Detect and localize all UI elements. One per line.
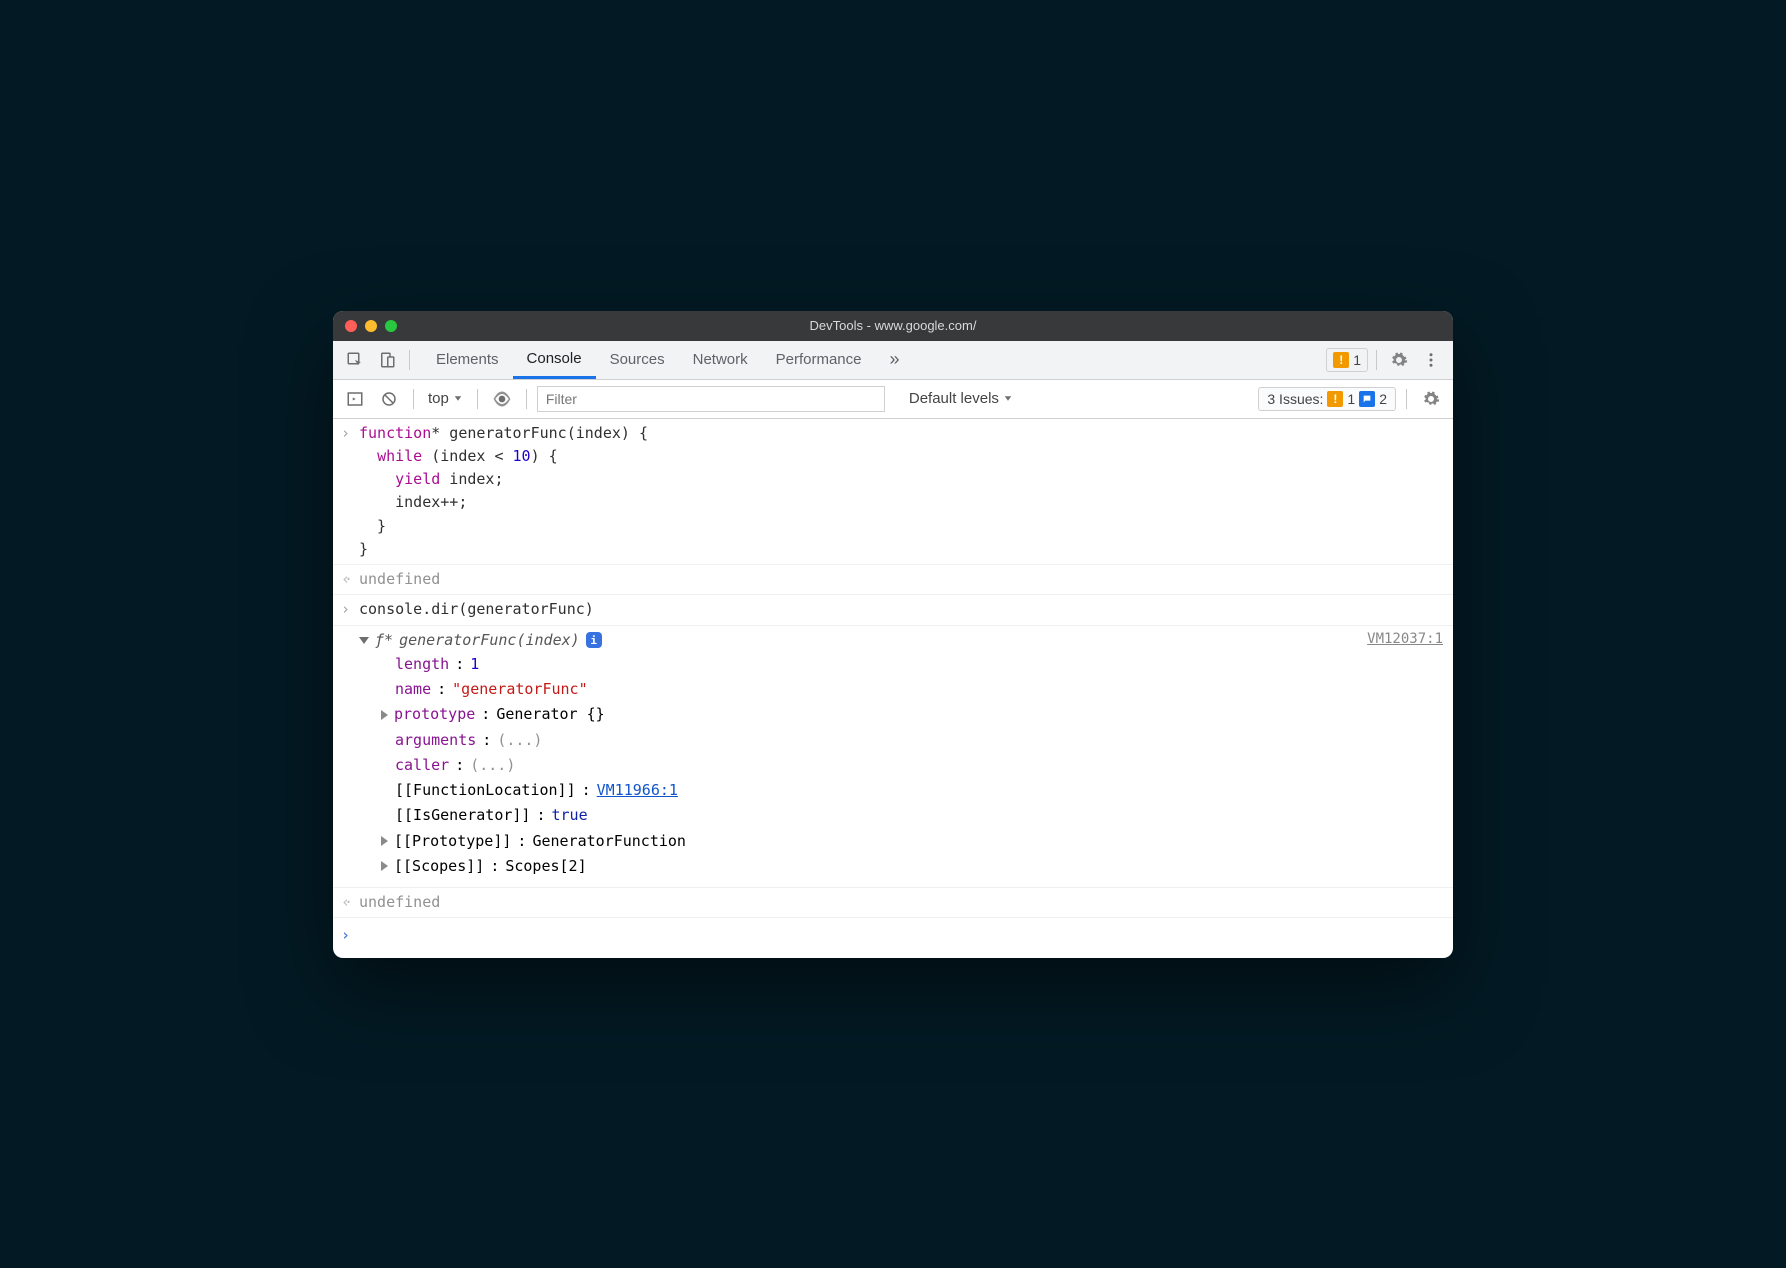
- devtools-window: DevTools - www.google.com/ Elements Cons…: [333, 311, 1453, 958]
- issues-msg-count: 2: [1379, 391, 1387, 407]
- filter-input[interactable]: [537, 386, 885, 412]
- prop-value: true: [552, 804, 588, 827]
- property-row[interactable]: prototype: Generator {}: [395, 702, 1443, 727]
- prop-value: (...): [497, 729, 542, 752]
- console-prompt-row[interactable]: [333, 918, 1453, 957]
- console-toolbar: top Default levels 3 Issues: ! 1 2: [333, 380, 1453, 419]
- issues-chip[interactable]: 3 Issues: ! 1 2: [1258, 387, 1396, 411]
- clear-console-icon[interactable]: [375, 385, 403, 413]
- log-levels-selector[interactable]: Default levels: [905, 390, 1017, 407]
- warnings-chip[interactable]: ! 1: [1326, 348, 1368, 372]
- prop-value: Scopes[2]: [505, 855, 586, 878]
- prop-key: prototype: [394, 703, 475, 726]
- info-icon[interactable]: i: [586, 632, 602, 648]
- prop-key: length: [395, 653, 449, 676]
- log-levels-label: Default levels: [909, 390, 999, 407]
- input-marker-icon: [341, 422, 359, 562]
- gear-icon[interactable]: [1385, 346, 1413, 374]
- property-row[interactable]: [[Prototype]]: GeneratorFunction: [395, 829, 1443, 854]
- prop-value: Generator {}: [496, 703, 604, 726]
- issues-warn-count: 1: [1347, 391, 1355, 407]
- titlebar: DevTools - www.google.com/: [333, 311, 1453, 341]
- prop-key: [[Scopes]]: [394, 855, 484, 878]
- divider: [477, 389, 478, 409]
- warning-count: 1: [1353, 352, 1361, 368]
- warning-icon: !: [1333, 352, 1349, 368]
- prompt-input[interactable]: [359, 924, 1443, 947]
- fn-prefix: ƒ*: [375, 629, 393, 652]
- output-marker-icon: [341, 568, 359, 591]
- context-selector[interactable]: top: [424, 390, 467, 407]
- expand-toggle-icon[interactable]: [381, 861, 388, 871]
- prop-value: (...): [470, 754, 515, 777]
- source-link[interactable]: VM11966:1: [597, 779, 678, 802]
- chevron-down-icon: [455, 396, 462, 401]
- code-block: function* generatorFunc(index) { while (…: [359, 422, 1443, 562]
- return-value: undefined: [359, 568, 1443, 591]
- tab-performance[interactable]: Performance: [762, 341, 876, 379]
- return-value: undefined: [359, 891, 1443, 914]
- tab-list: Elements Console Sources Network Perform…: [422, 341, 914, 379]
- context-label: top: [428, 390, 449, 407]
- issues-label: 3 Issues:: [1267, 391, 1323, 407]
- tab-network[interactable]: Network: [679, 341, 762, 379]
- expand-toggle-icon[interactable]: [359, 637, 369, 644]
- object-properties: length: 1 name: "generatorFunc" prototyp…: [359, 652, 1443, 879]
- prop-key: caller: [395, 754, 449, 777]
- prop-value: GeneratorFunction: [532, 830, 686, 853]
- prompt-marker-icon: [341, 924, 359, 947]
- console-settings-gear-icon[interactable]: [1417, 385, 1445, 413]
- property-row[interactable]: caller: (...): [395, 753, 1443, 778]
- chevron-down-icon: [1005, 396, 1012, 401]
- tab-console[interactable]: Console: [513, 341, 596, 379]
- property-row[interactable]: [[Scopes]]: Scopes[2]: [395, 854, 1443, 879]
- divider: [413, 389, 414, 409]
- property-row[interactable]: length: 1: [395, 652, 1443, 677]
- fn-signature: generatorFunc(index): [399, 629, 580, 652]
- prop-key: [[IsGenerator]]: [395, 804, 530, 827]
- prop-key: [[FunctionLocation]]: [395, 779, 576, 802]
- expand-toggle-icon[interactable]: [381, 710, 388, 720]
- gutter-spacer: [341, 629, 359, 880]
- divider: [1376, 350, 1377, 370]
- tabs-overflow-button[interactable]: »: [876, 341, 914, 379]
- code-line: console.dir(generatorFunc): [359, 598, 1443, 621]
- live-expression-icon[interactable]: [488, 385, 516, 413]
- message-icon: [1359, 391, 1375, 407]
- divider: [409, 350, 410, 370]
- console-input-row[interactable]: console.dir(generatorFunc): [333, 595, 1453, 625]
- divider: [1406, 389, 1407, 409]
- console-output-row: undefined: [333, 565, 1453, 595]
- console-output: function* generatorFunc(index) { while (…: [333, 419, 1453, 958]
- device-toolbar-icon[interactable]: [373, 346, 401, 374]
- tab-sources[interactable]: Sources: [596, 341, 679, 379]
- source-link[interactable]: VM12037:1: [1367, 629, 1443, 651]
- divider: [526, 389, 527, 409]
- property-row[interactable]: [[IsGenerator]]: true: [395, 803, 1443, 828]
- property-row[interactable]: name: "generatorFunc": [395, 677, 1443, 702]
- object-header[interactable]: ƒ* generatorFunc(index) i: [359, 629, 1367, 652]
- property-row[interactable]: arguments: (...): [395, 728, 1443, 753]
- prop-key: name: [395, 678, 431, 701]
- prop-key: arguments: [395, 729, 476, 752]
- console-input-row[interactable]: function* generatorFunc(index) { while (…: [333, 419, 1453, 566]
- output-marker-icon: [341, 891, 359, 914]
- prop-key: [[Prototype]]: [394, 830, 511, 853]
- console-dir-row: ƒ* generatorFunc(index) i VM12037:1 leng…: [333, 626, 1453, 889]
- prop-value: 1: [470, 653, 479, 676]
- tab-elements[interactable]: Elements: [422, 341, 513, 379]
- property-row[interactable]: [[FunctionLocation]]: VM11966:1: [395, 778, 1443, 803]
- kebab-menu-icon[interactable]: [1417, 346, 1445, 374]
- inspect-element-icon[interactable]: [341, 346, 369, 374]
- input-marker-icon: [341, 598, 359, 621]
- window-title: DevTools - www.google.com/: [333, 318, 1453, 333]
- prop-value: "generatorFunc": [452, 678, 587, 701]
- expand-toggle-icon[interactable]: [381, 836, 388, 846]
- console-output-row: undefined: [333, 888, 1453, 918]
- warning-icon: !: [1327, 391, 1343, 407]
- main-tab-bar: Elements Console Sources Network Perform…: [333, 341, 1453, 380]
- console-sidebar-toggle-icon[interactable]: [341, 385, 369, 413]
